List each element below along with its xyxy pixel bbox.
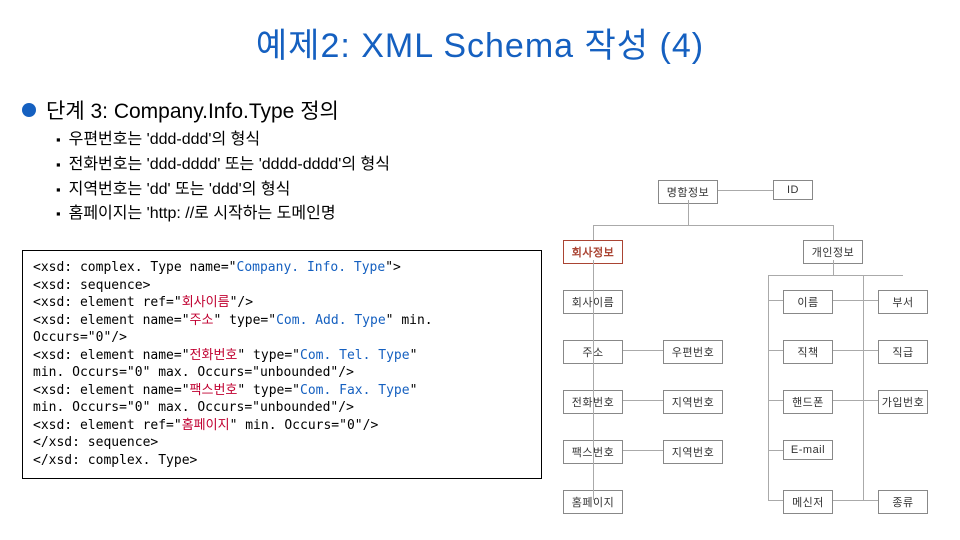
diagram-line <box>623 450 663 451</box>
code-text: " type=" <box>237 348 300 363</box>
section-heading: 단계 3: Company.Info.Type 정의 <box>22 95 339 125</box>
diagram-node: 이름 <box>783 290 833 314</box>
diagram-line <box>718 190 773 191</box>
code-text: </xsd: complex. Type> <box>33 452 531 470</box>
code-text: " min. Occurs="0"/> <box>230 418 379 433</box>
diagram-line <box>768 450 783 451</box>
code-text: <xsd: element ref=" <box>33 295 182 310</box>
code-text: <xsd: element name=" <box>33 383 190 398</box>
diagram-node: 지역번호 <box>663 440 723 464</box>
slide-title: 예제2: XML Schema 작성 (4) <box>0 0 960 67</box>
diagram-line <box>768 350 783 351</box>
diagram-line <box>768 300 783 301</box>
bullet-item: 전화번호는 'ddd-dddd' 또는 'dddd-dddd'의 형식 <box>56 153 390 178</box>
diagram-node: 부서 <box>878 290 928 314</box>
code-snippet: <xsd: complex. Type name="Company. Info.… <box>22 250 542 479</box>
diagram-node: 우편번호 <box>663 340 723 364</box>
code-text: " <box>410 348 418 363</box>
diagram-line <box>863 400 878 401</box>
diagram-node: 종류 <box>878 490 928 514</box>
diagram-line <box>863 500 878 501</box>
code-text: Com. Tel. Type <box>300 348 410 363</box>
bullet-item: 지역번호는 'dd' 또는 'ddd'의 형식 <box>56 178 390 203</box>
bullet-list: 우편번호는 'ddd-ddd'의 형식 전화번호는 'ddd-dddd' 또는 … <box>56 128 390 227</box>
code-text: 주소 <box>190 313 214 328</box>
bullet-item: 우편번호는 'ddd-ddd'의 형식 <box>56 128 390 153</box>
diagram-node: 직급 <box>878 340 928 364</box>
diagram-node: 가입번호 <box>878 390 928 414</box>
diagram-node: 메신저 <box>783 490 833 514</box>
diagram-line <box>593 225 833 226</box>
code-text: Com. Add. Type <box>276 313 386 328</box>
code-text: 팩스번호 <box>190 383 238 398</box>
code-text: 홈페이지 <box>182 418 230 433</box>
diagram-node: ID <box>773 180 813 200</box>
code-text: Company. Info. Type <box>237 260 386 275</box>
bullet-item: 홈페이지는 'http: //로 시작하는 도메인명 <box>56 202 390 227</box>
section-text: 단계 3: Company.Info.Type 정의 <box>46 95 339 125</box>
diagram-line <box>863 275 864 500</box>
diagram-line <box>623 350 663 351</box>
diagram-line <box>863 350 878 351</box>
diagram-line <box>593 225 594 240</box>
code-text: "> <box>385 260 401 275</box>
diagram-line <box>768 500 783 501</box>
schema-diagram: 명함정보 ID 회사정보 개인정보 회사이름 주소 전화번호 팩스번호 홈페이지… <box>558 180 948 530</box>
code-text: 회사이름 <box>182 295 230 310</box>
code-text: " type=" <box>213 313 276 328</box>
code-text: <xsd: complex. Type name=" <box>33 260 237 275</box>
code-text: <xsd: element ref=" <box>33 418 182 433</box>
code-text: "/> <box>230 295 253 310</box>
diagram-node: 직책 <box>783 340 833 364</box>
diagram-line <box>768 400 783 401</box>
code-text: Com. Fax. Type <box>300 383 410 398</box>
bullet-disc-icon <box>22 103 36 117</box>
diagram-line <box>833 225 834 240</box>
code-text: 전화번호 <box>190 348 238 363</box>
diagram-line <box>593 260 594 500</box>
code-text: min. Occurs="0" max. Occurs="unbounded"/… <box>33 399 531 417</box>
diagram-line <box>833 260 834 275</box>
code-text: " <box>410 383 418 398</box>
diagram-node: E-mail <box>783 440 833 460</box>
code-text: <xsd: element name=" <box>33 348 190 363</box>
code-text: min. Occurs="0" max. Occurs="unbounded"/… <box>33 364 531 382</box>
code-text: <xsd: sequence> <box>33 277 531 295</box>
diagram-node: 핸드폰 <box>783 390 833 414</box>
diagram-line <box>768 275 903 276</box>
code-text: </xsd: sequence> <box>33 434 531 452</box>
diagram-line <box>768 275 769 500</box>
code-text: <xsd: element name=" <box>33 313 190 328</box>
code-text: " type=" <box>237 383 300 398</box>
diagram-node: 지역번호 <box>663 390 723 414</box>
diagram-line <box>623 400 663 401</box>
diagram-line <box>688 200 689 225</box>
diagram-line <box>863 300 878 301</box>
